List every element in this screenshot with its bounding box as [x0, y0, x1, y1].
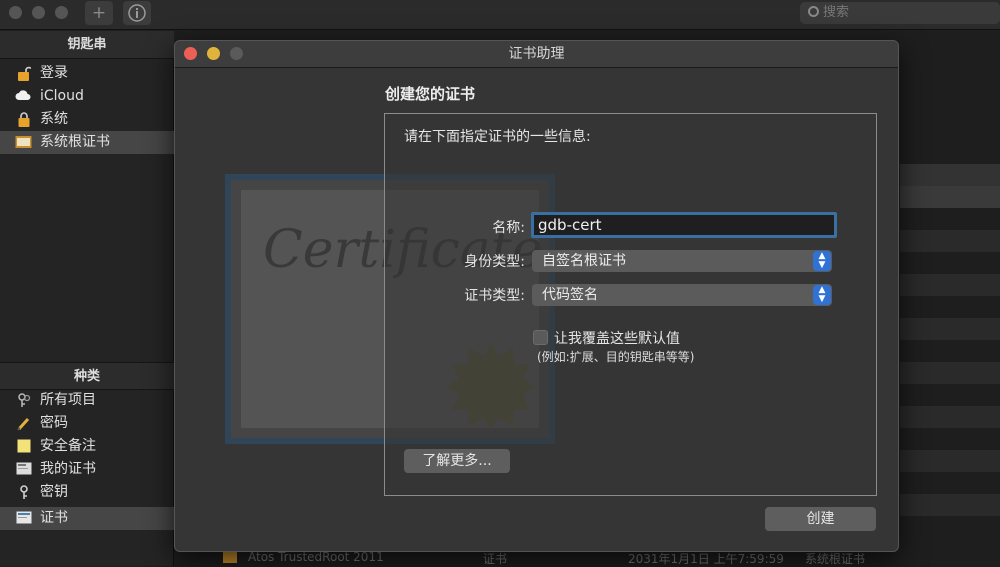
keys-icon	[15, 393, 32, 408]
search-field[interactable]: 搜索	[800, 2, 1000, 24]
info-icon	[128, 4, 146, 22]
key-icon	[15, 485, 32, 500]
identity-type-select[interactable]: 自签名根证书 ▲ ▼	[532, 250, 832, 272]
chevron-up-down-icon: ▲ ▼	[813, 285, 831, 305]
name-label: 名称:	[492, 220, 525, 236]
cert-expires: 2031年1月1日 上午7:59:59	[628, 552, 784, 566]
sidebar-item-certificates[interactable]: 证书	[0, 507, 174, 530]
sidebar: 钥匙串 登录 iCloud 系统 系统根证书 种类 所有项目 密码 安全备注 我…	[0, 31, 174, 566]
dialog-titlebar: 证书助理	[175, 41, 898, 68]
search-icon	[808, 6, 819, 17]
form-prompt: 请在下面指定证书的一些信息:	[404, 129, 591, 145]
sidebar-item-secure-notes[interactable]: 安全备注	[0, 435, 174, 458]
minimize-button[interactable]	[207, 47, 220, 60]
zoom-window-button[interactable]	[55, 6, 68, 19]
toolbar: + 搜索	[0, 0, 1000, 30]
certificate-type-select[interactable]: 代码签名 ▲ ▼	[532, 284, 832, 306]
cloud-icon	[15, 89, 32, 104]
cert-kind: 证书	[483, 552, 508, 566]
certificate-folder-icon	[15, 135, 32, 150]
list-row-fragment[interactable]	[900, 406, 1000, 428]
sidebar-item-keys[interactable]: 密钥	[0, 481, 174, 504]
sidebar-item-my-certificates[interactable]: 我的证书	[0, 458, 174, 481]
cert-name: Atos TrustedRoot 2011	[248, 550, 384, 564]
form-panel: 请在下面指定证书的一些信息: 名称: gdb-cert 身份类型: 自签名根证书…	[384, 113, 877, 496]
sidebar-item-label: iCloud	[40, 88, 84, 104]
override-defaults-checkbox[interactable]	[533, 330, 548, 345]
sidebar-item-passwords[interactable]: 密码	[0, 412, 174, 435]
zoom-button[interactable]	[230, 47, 243, 60]
list-row-fragment[interactable]	[900, 494, 1000, 516]
sidebar-item-label: 所有项目	[40, 392, 96, 408]
create-button[interactable]: 创建	[765, 507, 876, 531]
section-title: 创建您的证书	[385, 85, 476, 103]
sidebar-item-label: 密码	[40, 415, 68, 431]
info-button[interactable]	[123, 1, 151, 25]
certificate-icon	[15, 511, 32, 526]
add-item-button[interactable]: +	[85, 1, 113, 25]
list-row-fragment[interactable]	[900, 450, 1000, 472]
identity-type-label: 身份类型:	[464, 254, 525, 270]
sidebar-item-system[interactable]: 系统	[0, 108, 174, 131]
cert-keychain: 系统根证书	[805, 552, 866, 566]
name-field[interactable]: gdb-cert	[531, 212, 837, 238]
pencil-icon	[15, 416, 32, 431]
close-button[interactable]	[184, 47, 197, 60]
keychains-heading: 钥匙串	[0, 31, 174, 59]
list-row-fragment[interactable]	[900, 362, 1000, 384]
sidebar-item-label: 我的证书	[40, 461, 96, 477]
certificate-assistant-dialog: 证书助理 Certificate 创建您的证书 请在下面指定证书的一些信息: 名…	[174, 40, 899, 552]
chevron-up-down-icon: ▲ ▼	[813, 251, 831, 271]
sidebar-item-label: 密钥	[40, 484, 68, 500]
table-row[interactable]: Atos TrustedRoot 2011 证书 2031年1月1日 上午7:5…	[223, 550, 1000, 566]
locked-padlock-icon	[15, 112, 32, 127]
categories-heading: 种类	[0, 362, 174, 390]
list-row-fragment[interactable]	[900, 230, 1000, 252]
minimize-window-button[interactable]	[32, 6, 45, 19]
unlocked-padlock-icon	[15, 66, 32, 81]
identity-type-value: 自签名根证书	[542, 253, 626, 269]
sidebar-item-login[interactable]: 登录	[0, 62, 174, 85]
sidebar-item-label: 系统	[40, 111, 68, 127]
dialog-title: 证书助理	[508, 46, 565, 62]
list-row-fragment[interactable]	[900, 318, 1000, 340]
override-defaults-note: (例如:扩展、目的钥匙串等等)	[537, 350, 695, 364]
search-placeholder: 搜索	[823, 5, 850, 20]
override-defaults-label[interactable]: 让我覆盖这些默认值	[554, 328, 680, 348]
learn-more-button[interactable]: 了解更多...	[404, 449, 510, 473]
list-header-fragment	[900, 164, 1000, 186]
my-certificate-icon	[15, 462, 32, 477]
sidebar-item-label: 登录	[40, 65, 68, 81]
sidebar-item-system-roots[interactable]: 系统根证书	[0, 131, 174, 154]
sidebar-item-all-items[interactable]: 所有项目	[0, 389, 174, 412]
sidebar-item-label: 系统根证书	[40, 134, 110, 150]
plus-icon: +	[91, 3, 107, 23]
certificate-icon	[223, 552, 237, 563]
sidebar-item-icloud[interactable]: iCloud	[0, 85, 174, 108]
certificate-type-value: 代码签名	[542, 287, 598, 303]
close-window-button[interactable]	[9, 6, 22, 19]
note-icon	[15, 439, 32, 454]
list-row-fragment[interactable]	[900, 274, 1000, 296]
certificate-type-label: 证书类型:	[464, 288, 525, 304]
sidebar-item-label: 证书	[40, 510, 68, 526]
sidebar-item-label: 安全备注	[40, 438, 96, 454]
list-row-selected-fragment[interactable]	[900, 186, 1000, 208]
